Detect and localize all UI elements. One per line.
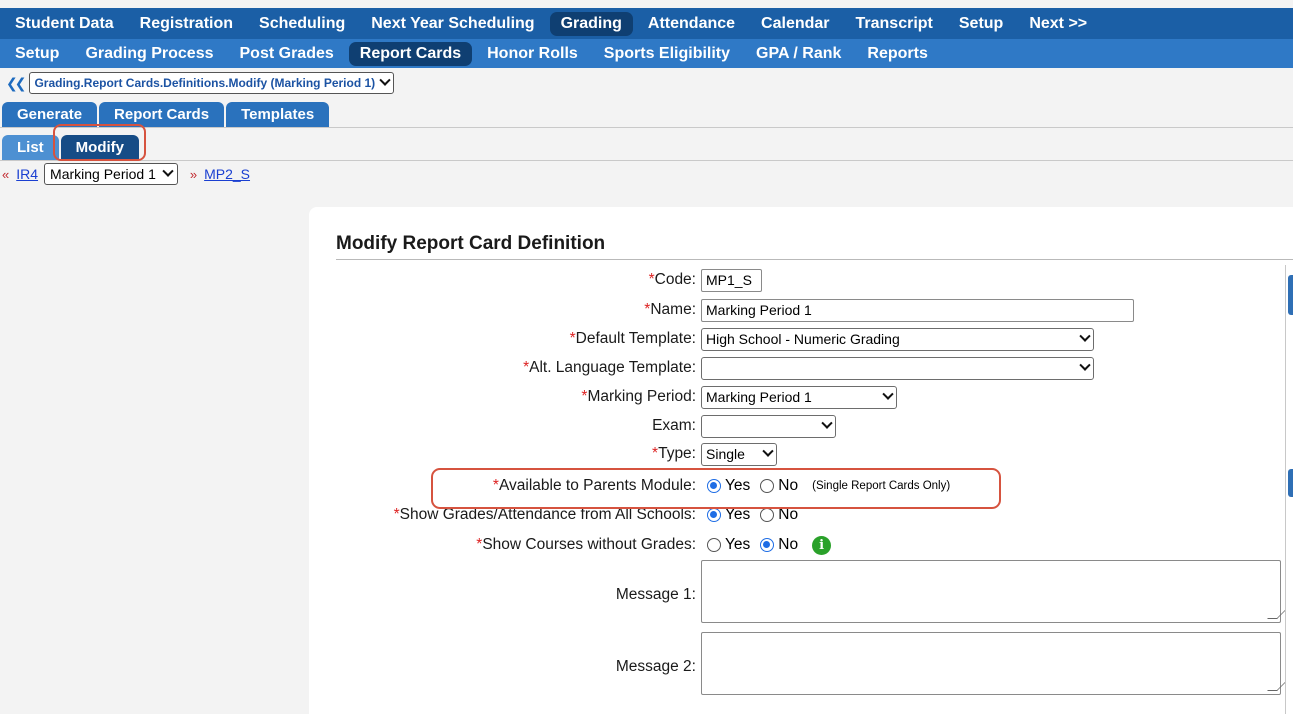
- marking-period-label: *Marking Period:: [581, 388, 696, 405]
- row-default-template: *Default Template: High School - Numeric…: [309, 326, 1293, 352]
- chevron-down-icon: [379, 74, 391, 86]
- resize-grip-icon[interactable]: [1267, 681, 1287, 691]
- form-panel: Modify Report Card Definition *Code: MP1…: [309, 207, 1293, 714]
- subnav-honor-rolls[interactable]: Honor Rolls: [476, 42, 589, 66]
- code-label: *Code:: [648, 271, 696, 288]
- show-courses-label: *Show Courses without Grades:: [476, 536, 696, 553]
- name-label: *Name:: [644, 301, 696, 318]
- collapse-icon[interactable]: ❮❮: [6, 75, 27, 92]
- subnav-grading-process[interactable]: Grading Process: [74, 42, 224, 66]
- message1-label: Message 1:: [615, 586, 696, 603]
- show-courses-yes-radio[interactable]: [707, 538, 721, 552]
- show-courses-no-label: No: [778, 536, 799, 553]
- row-marking-period: *Marking Period: Marking Period 1: [309, 384, 1293, 410]
- nav-next-year-scheduling[interactable]: Next Year Scheduling: [360, 12, 545, 36]
- subnav-report-cards[interactable]: Report Cards: [348, 41, 473, 66]
- chevron-down-icon: [821, 417, 833, 429]
- chevron-down-icon: [762, 445, 774, 457]
- subnav-gpa-rank[interactable]: GPA / Rank: [745, 42, 852, 66]
- page-title: Modify Report Card Definition: [336, 233, 606, 254]
- message1-textarea[interactable]: [701, 560, 1287, 623]
- prev-chevron-icon: «: [2, 166, 10, 182]
- side-panel-tab[interactable]: [1288, 469, 1293, 497]
- code-input[interactable]: MP1_S: [701, 268, 762, 292]
- message2-textarea[interactable]: [701, 632, 1287, 695]
- exam-select[interactable]: [701, 414, 836, 438]
- next-chevron-icon: »: [189, 166, 198, 182]
- nav-attendance[interactable]: Attendance: [637, 12, 746, 36]
- tabs-level1: Generate Report Cards Templates: [0, 101, 1293, 128]
- tabs-level2: List Modify: [0, 131, 1293, 161]
- default-template-label: *Default Template:: [569, 330, 696, 347]
- available-parents-highlight: [431, 468, 1001, 509]
- record-navigator: « IR4 Marking Period 1 » MP2_S: [0, 161, 300, 187]
- row-alt-language-template: *Alt. Language Template:: [309, 355, 1293, 381]
- sub-nav: Setup Grading Process Post Grades Report…: [0, 39, 1293, 68]
- type-select[interactable]: Single: [701, 442, 777, 466]
- chevron-down-icon: [162, 165, 174, 177]
- default-template-select[interactable]: High School - Numeric Grading: [701, 327, 1094, 351]
- show-grades-yes-radio[interactable]: [707, 508, 721, 522]
- nav-student-data[interactable]: Student Data: [4, 12, 125, 36]
- nav-scheduling[interactable]: Scheduling: [248, 12, 356, 36]
- nav-transcript[interactable]: Transcript: [845, 12, 944, 36]
- marking-period-select[interactable]: Marking Period 1: [701, 385, 897, 409]
- chevron-down-icon: [882, 388, 894, 400]
- subnav-setup[interactable]: Setup: [4, 42, 70, 66]
- exam-label: Exam:: [652, 417, 696, 434]
- top-strip: [0, 0, 1293, 8]
- nav-next[interactable]: Next >>: [1018, 12, 1098, 36]
- breadcrumb-value: Grading.Report Cards.Definitions.Modify …: [34, 76, 376, 90]
- row-name: *Name: Marking Period 1: [309, 297, 1293, 323]
- tab-templates[interactable]: Templates: [226, 102, 330, 127]
- side-panel-tab[interactable]: [1288, 275, 1293, 315]
- resize-grip-icon[interactable]: [1267, 609, 1287, 619]
- type-label: *Type:: [652, 445, 696, 462]
- main-nav: Student Data Registration Scheduling Nex…: [0, 8, 1293, 39]
- chevron-down-icon: [1079, 330, 1091, 342]
- modify-tab-highlight: [53, 124, 146, 161]
- message2-label: Message 2:: [615, 658, 696, 675]
- info-icon[interactable]: i: [812, 535, 832, 555]
- subnav-reports[interactable]: Reports: [856, 42, 938, 66]
- alt-language-template-label: *Alt. Language Template:: [523, 359, 696, 376]
- nav-calendar[interactable]: Calendar: [750, 12, 840, 36]
- show-courses-no-radio[interactable]: [760, 538, 775, 552]
- nav-setup[interactable]: Setup: [948, 12, 1014, 36]
- breadcrumb-select[interactable]: Grading.Report Cards.Definitions.Modify …: [29, 72, 395, 94]
- name-input[interactable]: Marking Period 1: [701, 298, 1134, 322]
- title-divider: [336, 259, 1293, 260]
- row-show-courses-without-grades: *Show Courses without Grades: Yes No i: [309, 532, 1293, 558]
- chevron-down-icon: [1079, 359, 1091, 371]
- row-code: *Code: MP1_S: [309, 267, 1293, 293]
- nav-grading[interactable]: Grading: [549, 11, 633, 36]
- row-type: *Type: Single: [309, 441, 1293, 467]
- record-select[interactable]: Marking Period 1: [44, 163, 178, 185]
- record-select-value: Marking Period 1: [50, 166, 156, 182]
- subnav-sports-eligibility[interactable]: Sports Eligibility: [593, 42, 741, 66]
- breadcrumb: ❮❮ Grading.Report Cards.Definitions.Modi…: [0, 68, 1293, 98]
- alt-language-template-select[interactable]: [701, 356, 1094, 380]
- row-exam: Exam:: [309, 413, 1293, 439]
- show-courses-yes-label: Yes: [725, 536, 751, 553]
- subnav-post-grades[interactable]: Post Grades: [229, 42, 345, 66]
- nav-registration[interactable]: Registration: [129, 12, 244, 36]
- next-record-link[interactable]: MP2_S: [204, 166, 250, 182]
- prev-record-link[interactable]: IR4: [16, 166, 38, 182]
- tab-list[interactable]: List: [2, 135, 59, 160]
- show-grades-no-radio[interactable]: [760, 508, 775, 522]
